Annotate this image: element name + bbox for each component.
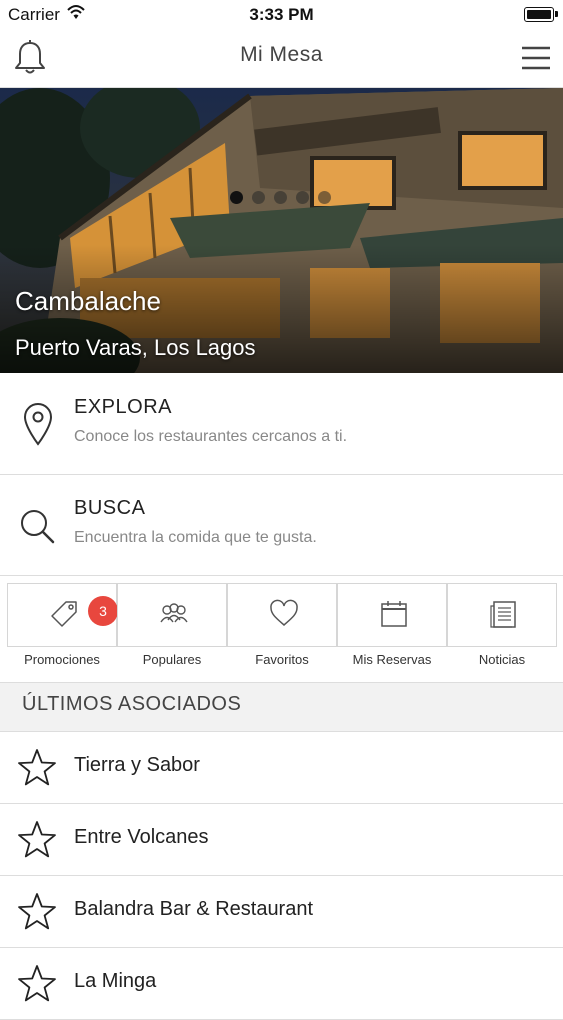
news-icon [490,601,516,628]
promotions-label: Promociones [24,652,100,667]
associate-name: Balandra Bar & Restaurant [74,898,314,920]
page-title: Mi Mesa [240,43,323,66]
explore-title: EXPLORA [74,396,172,418]
list-item[interactable]: La Minga [0,948,563,1020]
star-icon[interactable] [17,748,57,788]
restaurant-name: Cambalache [15,286,161,316]
promotions-badge: 3 [88,596,118,626]
nav-bar: Mi Mesa [0,30,563,88]
favorites-label: Favoritos [255,652,309,667]
carousel-dot[interactable] [230,191,243,204]
carousel-indicator[interactable] [230,191,331,204]
carousel-dot[interactable] [274,191,287,204]
battery-icon [524,7,558,22]
search-icon [21,510,55,544]
favorites-button[interactable] [227,583,337,647]
popular-label: Populares [142,652,202,667]
associate-name: Entre Volcanes [74,826,209,848]
section-header: ÚLTIMOS ASOCIADOS [0,682,563,732]
promotions-button[interactable]: 3 [7,583,118,647]
my-reservations-label: Mis Reservas [352,652,432,667]
search-title: BUSCA [74,497,146,519]
carousel-dot[interactable] [296,191,309,204]
associate-name: Tierra y Sabor [74,754,200,776]
restaurant-photo [0,88,563,373]
news-button[interactable] [447,583,557,647]
explore-subtitle: Conoce los restaurantes cercanos a ti. [74,428,348,445]
list-item[interactable]: Balandra Bar & Restaurant [0,876,563,948]
star-icon[interactable] [17,892,57,932]
search-subtitle: Encuentra la comida que te gusta. [74,529,317,546]
star-icon[interactable] [17,820,57,860]
my-reservations-button[interactable] [337,583,447,647]
heart-icon [270,599,298,626]
featured-restaurant-banner[interactable]: Cambalache Puerto Varas, Los Lagos [0,88,563,373]
carousel-dot[interactable] [252,191,265,204]
star-icon[interactable] [17,964,57,1004]
carousel-dot[interactable] [318,191,331,204]
tag-icon [51,601,77,627]
associate-name: La Minga [74,970,157,992]
list-item[interactable]: Tierra y Sabor [0,732,563,804]
quick-actions-bar: 3 Promociones Populares Favoritos Mis Re… [0,576,563,682]
people-icon [160,603,188,623]
location-pin-icon [23,403,53,446]
section-title: ÚLTIMOS ASOCIADOS [22,693,242,715]
status-bar: Carrier 3:33 PM [0,0,563,30]
clock: 3:33 PM [249,5,314,24]
calendar-icon [381,601,407,627]
restaurant-location: Puerto Varas, Los Lagos [15,335,256,360]
list-item[interactable]: Entre Volcanes [0,804,563,876]
explore-row[interactable]: EXPLORA Conoce los restaurantes cercanos… [0,374,563,475]
popular-button[interactable] [117,583,227,647]
search-row[interactable]: BUSCA Encuentra la comida que te gusta. [0,475,563,576]
news-label: Noticias [478,652,526,667]
hamburger-menu-icon[interactable] [521,44,551,72]
